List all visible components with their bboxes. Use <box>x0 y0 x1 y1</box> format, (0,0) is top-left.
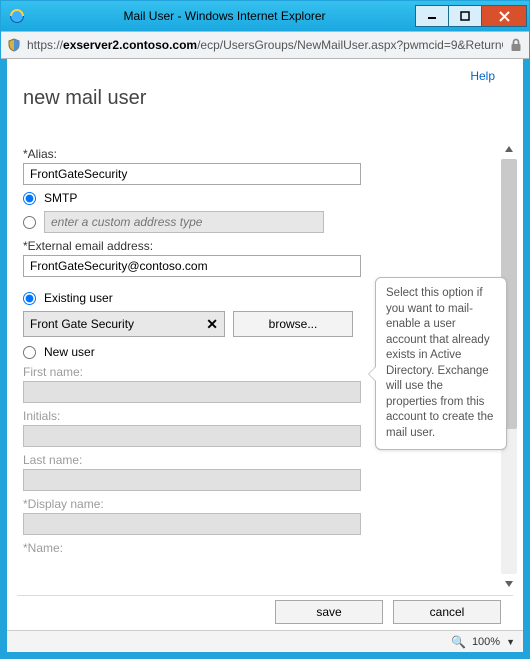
alias-input[interactable] <box>23 163 361 185</box>
status-bar: 🔍 100% ▼ <box>7 630 523 652</box>
zoom-icon[interactable]: 🔍 <box>451 635 466 649</box>
close-button[interactable] <box>481 5 527 27</box>
external-email-input[interactable] <box>23 255 361 277</box>
clear-user-icon[interactable]: ✕ <box>206 316 218 333</box>
security-shield-icon <box>5 36 23 54</box>
page-title: new mail user <box>23 87 146 110</box>
custom-type-radio[interactable] <box>23 216 36 229</box>
ie-icon <box>7 6 27 26</box>
existing-user-tooltip: Select this option if you want to mail-e… <box>375 277 507 450</box>
picked-user-name: Front Gate Security <box>30 317 134 331</box>
name-label: *Name: <box>23 541 497 555</box>
url-text[interactable]: https://exserver2.contoso.com/ecp/UsersG… <box>27 38 503 52</box>
scroll-up-arrow[interactable] <box>501 141 517 157</box>
titlebar[interactable]: Mail User - Windows Internet Explorer <box>1 1 529 31</box>
display-name-label: *Display name: <box>23 497 497 511</box>
smtp-label: SMTP <box>44 191 77 205</box>
first-name-input <box>23 381 361 403</box>
custom-type-input <box>44 211 324 233</box>
save-button[interactable]: save <box>275 600 383 624</box>
zoom-level[interactable]: 100% <box>472 636 500 648</box>
initials-input <box>23 425 361 447</box>
browse-button[interactable]: browse... <box>233 311 353 337</box>
new-user-label: New user <box>44 345 95 359</box>
scroll-down-arrow[interactable] <box>501 576 517 592</box>
user-picker[interactable]: Front Gate Security ✕ <box>23 311 225 337</box>
divider <box>17 595 513 596</box>
browser-window: Mail User - Windows Internet Explorer ht… <box>0 0 530 659</box>
window-controls <box>416 5 527 27</box>
last-name-label: Last name: <box>23 453 497 467</box>
existing-user-radio[interactable] <box>23 292 36 305</box>
lock-icon[interactable] <box>507 36 525 54</box>
window-title: Mail User - Windows Internet Explorer <box>33 9 416 23</box>
display-name-input <box>23 513 361 535</box>
button-bar: save cancel <box>275 600 501 624</box>
help-link[interactable]: Help <box>470 69 495 83</box>
zoom-dropdown-icon[interactable]: ▼ <box>506 637 515 647</box>
address-bar[interactable]: https://exserver2.contoso.com/ecp/UsersG… <box>1 31 529 59</box>
minimize-button[interactable] <box>415 5 449 27</box>
last-name-input <box>23 469 361 491</box>
smtp-radio[interactable] <box>23 192 36 205</box>
content-area: Help new mail user *Alias: SMTP *Externa… <box>1 59 529 658</box>
external-email-label: *External email address: <box>23 239 497 253</box>
existing-user-label: Existing user <box>44 291 113 305</box>
new-user-radio[interactable] <box>23 346 36 359</box>
alias-label: *Alias: <box>23 147 497 161</box>
tooltip-text: Select this option if you want to mail-e… <box>386 287 493 439</box>
cancel-button[interactable]: cancel <box>393 600 501 624</box>
maximize-button[interactable] <box>448 5 482 27</box>
